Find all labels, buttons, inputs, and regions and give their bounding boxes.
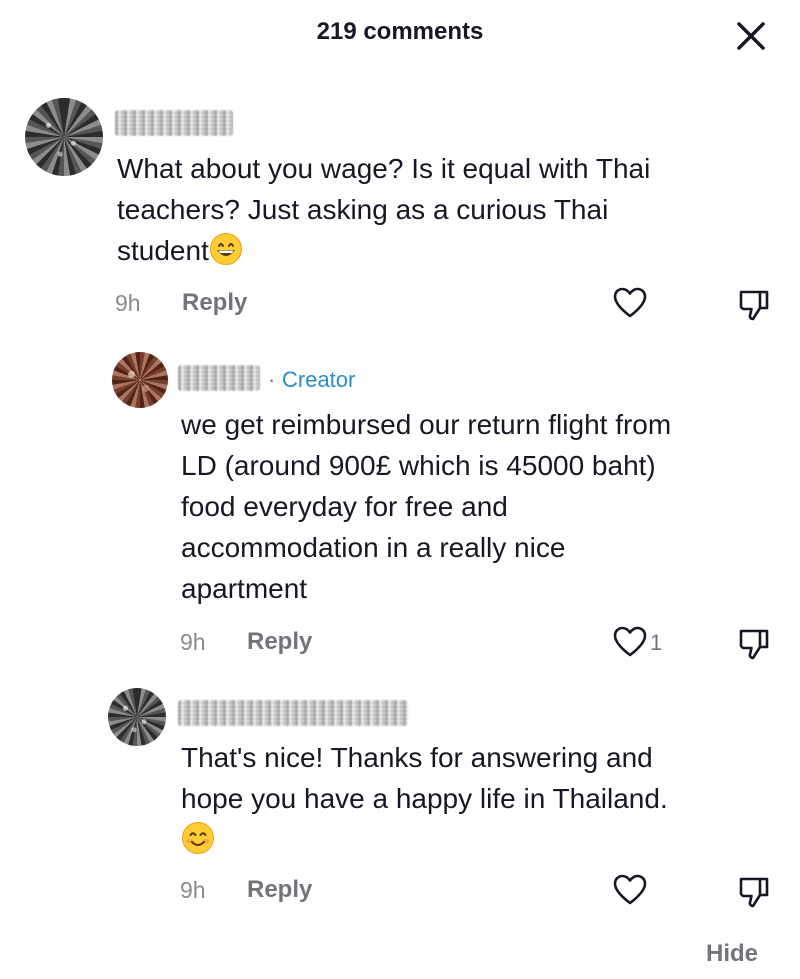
comments-count-title: 219 comments — [316, 18, 484, 45]
smiling-face-emoji — [181, 821, 215, 866]
creator-badge: Creator — [282, 367, 356, 392]
username-redacted[interactable] — [178, 700, 408, 726]
close-icon — [737, 22, 765, 50]
thumbs-down-icon — [739, 629, 769, 660]
reply-button[interactable]: Reply — [182, 289, 247, 317]
dislike-button[interactable] — [738, 627, 770, 666]
avatar[interactable] — [25, 98, 103, 176]
heart-icon — [613, 626, 647, 657]
username-redacted[interactable] — [115, 110, 233, 136]
comment-time: 9h — [180, 877, 206, 903]
comment-text: That's nice! Thanks for answering and ho… — [181, 737, 668, 866]
thumbs-down-icon — [739, 877, 769, 908]
comment-time: 9h — [180, 629, 206, 655]
like-button[interactable] — [612, 286, 648, 325]
reply-button[interactable]: Reply — [247, 628, 312, 656]
dislike-button[interactable] — [738, 875, 770, 914]
like-count: 1 — [650, 630, 663, 655]
comments-header: 219 comments — [0, 0, 800, 70]
creator-separator: · — [268, 367, 276, 392]
hide-replies-button[interactable]: Hide — [706, 940, 758, 968]
comment-text: we get reimbursed our return flight from… — [181, 409, 672, 604]
comment-time: 9h — [115, 290, 141, 316]
avatar[interactable] — [108, 688, 166, 746]
close-button[interactable] — [733, 18, 769, 54]
dislike-button[interactable] — [738, 288, 770, 327]
thumbs-down-icon — [739, 290, 769, 321]
heart-icon — [613, 874, 647, 905]
heart-icon — [613, 287, 647, 318]
like-button[interactable] — [612, 873, 648, 912]
avatar[interactable] — [112, 352, 168, 408]
reply-button[interactable]: Reply — [247, 876, 312, 904]
like-button[interactable] — [612, 625, 648, 664]
grinning-face-emoji — [209, 232, 243, 277]
comment-text: What about you wage? Is it equal with Th… — [117, 148, 650, 277]
username-redacted[interactable] — [178, 365, 260, 391]
